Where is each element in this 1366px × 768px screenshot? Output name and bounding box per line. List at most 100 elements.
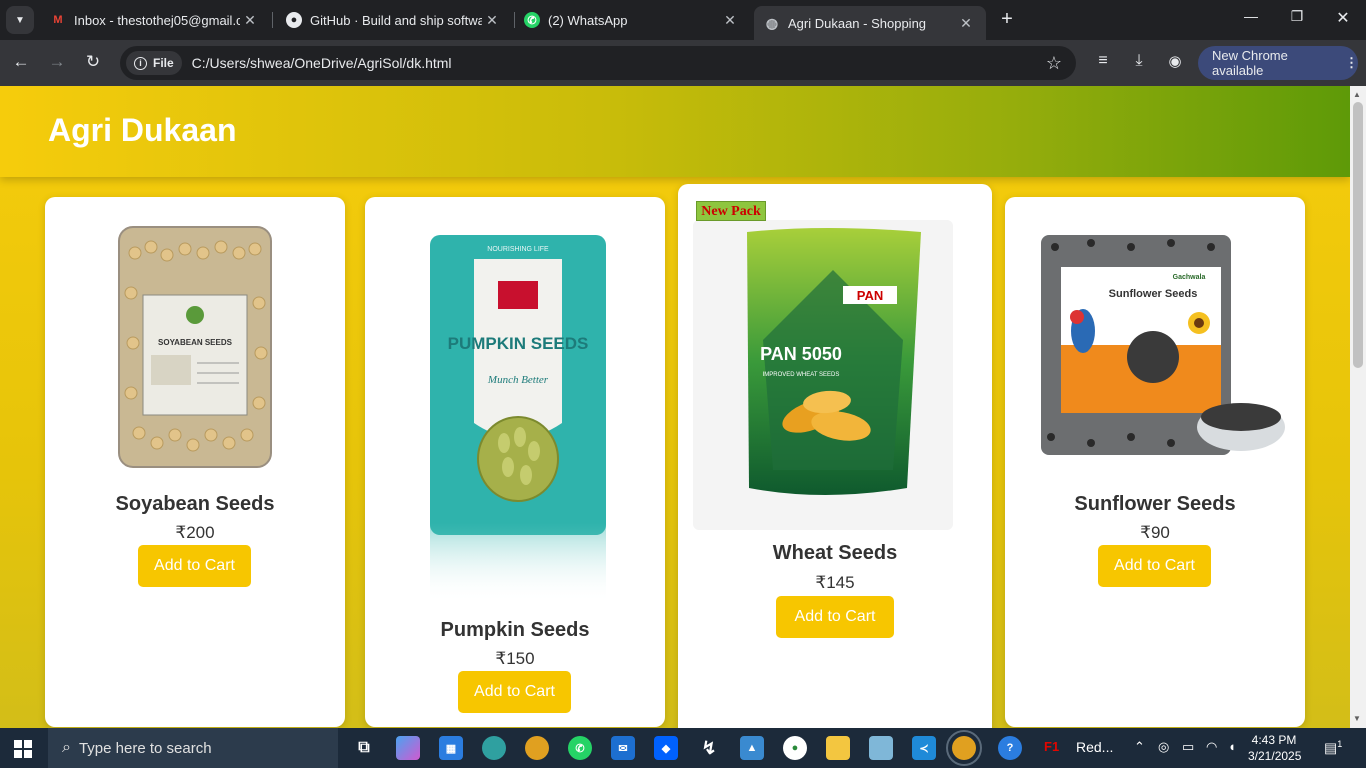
site-header: Agri Dukaan [0,86,1350,177]
windows-start-button[interactable] [14,740,32,758]
wheat-package-label: PAN 5050 [760,344,842,364]
dropbox-icon[interactable]: ◆ [654,736,678,760]
site-brand: Agri Dukaan [48,112,237,148]
minimize-button[interactable]: — [1228,8,1274,24]
product-image-soyabean: SOYABEAN SEEDS [115,223,275,473]
file-explorer-icon[interactable] [826,736,850,760]
mail-icon[interactable]: ✉ [611,736,635,760]
pumpkin-package-label: PUMPKIN SEEDS [448,334,589,353]
site-info-chip[interactable]: i File [126,51,182,75]
github-icon: ● [286,12,302,28]
tab-title: (2) WhatsApp [548,12,628,28]
wifi-icon[interactable]: ◠ [1206,739,1217,755]
add-to-cart-button[interactable]: Add to Cart [138,545,251,587]
add-to-cart-button[interactable]: Add to Cart [458,671,571,713]
tab-title: GitHub · Build and ship software [310,12,482,28]
download-icon[interactable]: ⤓ [1128,52,1150,70]
tab-agri-dukaan[interactable]: ◍ Agri Dukaan - Shopping ✕ [754,6,986,40]
restore-button[interactable]: ❐ [1274,8,1320,25]
profile-avatar-icon[interactable]: ◉ [1164,52,1186,70]
whatsapp-icon[interactable]: ✆ [568,736,592,760]
browser-toolbar: ← → ↻ i File C:/Users/shwea/OneDrive/Agr… [0,40,1366,86]
new-pack-badge: New Pack [696,201,766,221]
new-chrome-available-button[interactable]: New Chrome available ⋮ [1198,46,1358,80]
photos-icon[interactable]: ▲ [740,736,764,760]
reload-button[interactable]: ↻ [82,52,104,72]
help-icon[interactable]: ? [998,736,1022,760]
scheme-label: File [153,56,174,70]
chevron-down-icon: ▼ [15,14,25,26]
tab-github[interactable]: ● GitHub · Build and ship software ✕ [276,4,512,36]
search-placeholder: Type here to search [78,739,212,757]
bookmark-star-icon[interactable]: ☆ [1046,53,1062,74]
update-label: New Chrome available [1212,48,1288,78]
f1-app-icon[interactable]: F1 [1044,739,1059,754]
info-icon: i [134,56,147,70]
url-text[interactable]: C:/Users/shwea/OneDrive/AgriSol/dk.html [192,55,1046,71]
tab-whatsapp[interactable]: ✆ (2) WhatsApp ✕ [514,4,750,36]
new-tab-button[interactable]: + [996,8,1018,30]
vscode-icon[interactable]: ≺ [912,736,936,760]
gmail-icon: M [53,14,63,26]
address-bar[interactable]: i File C:/Users/shwea/OneDrive/AgriSol/d… [120,46,1076,80]
product-card-wheat: PAN PAN 5050 IMPROVED WHEAT SEEDS New Pa… [678,184,992,728]
product-price: ₹90 [1140,523,1170,542]
chrome-active-icon[interactable] [946,730,982,766]
product-image-wheat: PAN PAN 5050 IMPROVED WHEAT SEEDS [693,220,953,530]
product-price: ₹145 [815,573,855,592]
scrollbar-thumb[interactable] [1353,102,1363,368]
notebook-icon[interactable] [869,736,893,760]
task-view-icon[interactable]: ⧉ [352,736,376,760]
edge-icon[interactable] [482,736,506,760]
page-scrollbar[interactable]: ▲ ▼ [1350,86,1366,728]
soy-package-label: SOYABEAN SEEDS [158,338,233,347]
pinned-app-label[interactable]: Red... [1076,739,1113,755]
add-to-cart-button[interactable]: Add to Cart [1098,545,1211,587]
product-card-sunflower: Gachwala Sunflower Seeds Sunflower Seeds… [1005,197,1305,727]
whatsapp-icon: ✆ [524,12,540,28]
close-icon[interactable]: ✕ [482,12,502,29]
scroll-up-icon[interactable]: ▲ [1353,90,1361,99]
close-icon[interactable]: ✕ [956,15,976,32]
sunflower-package-label: Sunflower Seeds [1109,288,1198,300]
system-clock[interactable]: 4:43 PM 3/21/2025 [1248,732,1302,764]
meet-now-icon[interactable]: ◎ [1158,739,1169,755]
taskbar-search-box[interactable]: ⌕ Type here to search [48,728,338,768]
tab-title: Inbox - thestothej05@gmail.com [74,12,240,28]
pumpkin-subtitle: Munch Better [487,374,549,386]
page-viewport: Agri Dukaan SOYABEAN SEEDS Soyabean Seed… [0,86,1350,728]
tab-gmail[interactable]: M Inbox - thestothej05@gmail.com ✕ [40,4,270,36]
windows-taskbar: ⌕ Type here to search ⧉ ▦ ✆ ✉ ◆ ↯ ▲ ● ≺ … [0,728,1366,768]
product-name: Wheat Seeds [772,542,898,564]
product-image-pumpkin: NOURISHING LIFE PUMPKIN SEEDS Munch Bett… [380,223,650,603]
tab-strip: ▼ M Inbox - thestothej05@gmail.com ✕ ● G… [0,0,1366,40]
clock-date: 3/21/2025 [1248,749,1302,763]
wheat-subtitle: IMPROVED WHEAT SEEDS [763,372,840,378]
close-icon[interactable]: ✕ [240,12,260,29]
more-menu-icon[interactable]: ⋮ [1345,55,1358,71]
chrome-icon[interactable] [525,736,549,760]
volume-icon[interactable]: ◖ [1228,739,1236,754]
battery-icon[interactable]: ▭ [1182,739,1194,755]
close-icon[interactable]: ✕ [720,12,740,29]
close-window-button[interactable]: ✕ [1320,8,1366,28]
tab-search-button[interactable]: ▼ [6,6,34,34]
globe-icon: ◍ [765,14,779,31]
forward-button[interactable]: → [46,52,68,72]
notification-icon[interactable]: ▤1 [1324,739,1342,757]
mongodb-icon[interactable]: ● [783,736,807,760]
tray-chevron-icon[interactable]: ⌃ [1134,739,1145,755]
back-button[interactable]: ← [10,52,32,72]
store-icon[interactable]: ▦ [439,736,463,760]
media-control-icon[interactable]: ≡ [1092,52,1114,70]
add-to-cart-button[interactable]: Add to Cart [776,596,894,638]
product-card-pumpkin: NOURISHING LIFE PUMPKIN SEEDS Munch Bett… [365,197,665,727]
copilot-icon[interactable] [396,736,420,760]
cursor-app-icon[interactable]: ↯ [697,736,721,760]
search-icon: ⌕ [62,739,71,756]
wheat-brand-label: PAN [857,288,883,303]
pumpkin-tagline: NOURISHING LIFE [487,246,549,253]
product-price: ₹150 [495,649,535,668]
scroll-down-icon[interactable]: ▼ [1353,714,1361,723]
product-name: Pumpkin Seeds [440,619,590,641]
